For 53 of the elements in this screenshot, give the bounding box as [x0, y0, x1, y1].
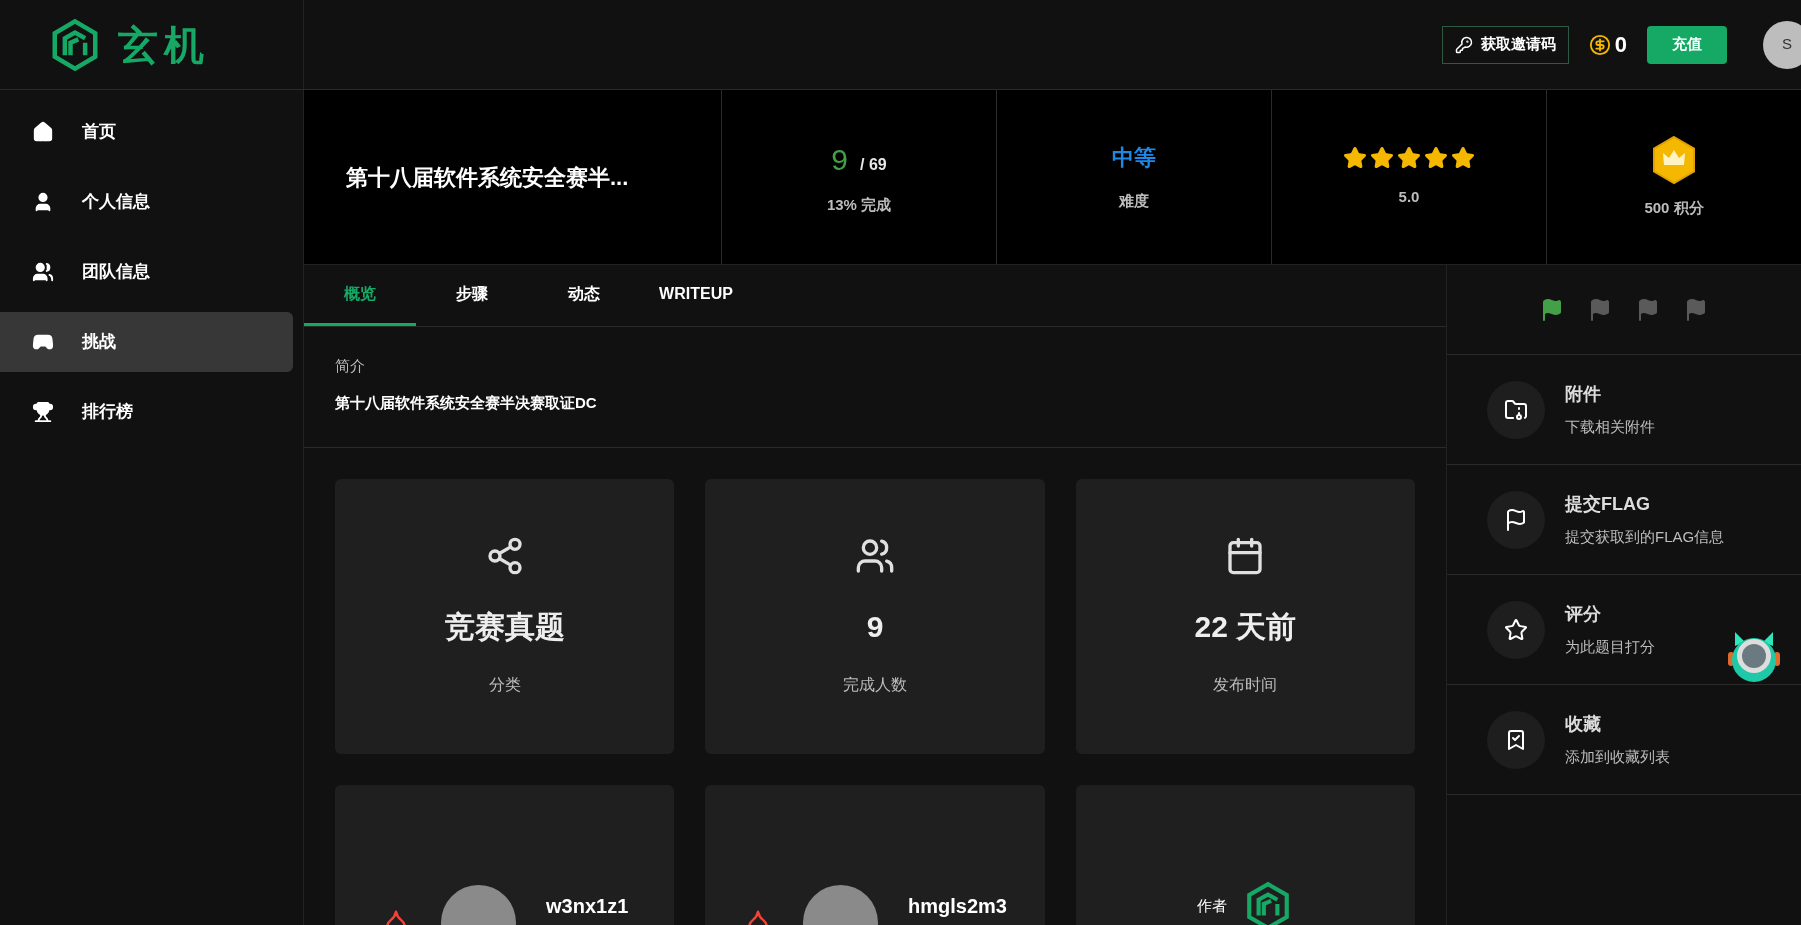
user-avatar[interactable]: S — [1763, 20, 1801, 69]
intro-text: 第十八届软件系统安全赛半决赛取证DC — [335, 392, 598, 413]
progress-text: 13% 完成 — [826, 195, 892, 216]
action-item[interactable]: 提交FLAG 提交获取到的FLAG信息 — [1447, 465, 1801, 575]
difficulty-label: 难度 — [1119, 191, 1149, 212]
star-icon — [1504, 617, 1528, 642]
invite-code-button[interactable]: 获取邀请码 — [1441, 25, 1569, 64]
action-subtitle: 为此题目打分 — [1565, 636, 1655, 657]
sidebar-item[interactable]: 挑战 — [0, 312, 293, 372]
trophy-icon — [32, 401, 54, 423]
action-item[interactable]: 附件 下载相关附件 — [1447, 355, 1801, 465]
points-text: 500 积分 — [1644, 197, 1704, 218]
action-subtitle: 添加到收藏列表 — [1565, 746, 1670, 767]
sidebar-item[interactable]: 团队信息 — [0, 242, 293, 302]
rating-value: 5.0 — [1398, 186, 1420, 207]
total-count: / 69 — [860, 155, 887, 176]
difficulty-value: 中等 — [1112, 144, 1156, 173]
info-value: 竞赛真题 — [444, 609, 565, 645]
key-icon — [1454, 35, 1473, 54]
info-label: 发布时间 — [1213, 675, 1278, 695]
author-label: 作者 — [1197, 896, 1228, 916]
people-icon — [32, 261, 54, 283]
sidebar-item[interactable]: 个人信息 — [0, 172, 293, 232]
action-title: 附件 — [1565, 382, 1602, 406]
action-item[interactable]: 收藏 添加到收藏列表 — [1447, 685, 1801, 795]
solved-count: 9 — [831, 142, 848, 179]
flag-icon — [1504, 507, 1528, 532]
solver-name: w3nx1z1 — [546, 893, 629, 919]
info-value: 22 天前 — [1194, 609, 1297, 645]
home-icon — [32, 121, 54, 143]
info-label: 分类 — [488, 675, 521, 695]
action-subtitle: 提交获取到的FLAG信息 — [1565, 526, 1725, 547]
people-icon — [855, 536, 895, 576]
tab[interactable]: 步骤 — [416, 265, 528, 326]
action-title: 提交FLAG — [1565, 492, 1651, 516]
coin-balance: 0 — [1614, 31, 1627, 59]
sidebar-item[interactable]: 首页 — [0, 102, 293, 162]
info-label: 完成人数 — [843, 675, 907, 695]
action-subtitle: 下载相关附件 — [1565, 416, 1655, 437]
crown-badge-icon — [1651, 134, 1697, 185]
tab[interactable]: WRITEUP — [640, 265, 752, 326]
intro-label: 简介 — [335, 356, 366, 376]
info-value: 9 — [866, 609, 884, 645]
coin-icon — [1588, 33, 1611, 56]
brand-name: 玄机 — [118, 21, 210, 69]
solver-name: hmgls2m3 — [908, 893, 1007, 919]
sidebar-item[interactable]: 排行榜 — [0, 382, 293, 442]
folder-icon — [1504, 397, 1528, 422]
tab[interactable]: 概览 — [304, 265, 416, 326]
action-title: 评分 — [1565, 602, 1602, 626]
tab[interactable]: 动态 — [528, 265, 640, 326]
action-title: 收藏 — [1565, 712, 1602, 736]
challenge-title: 第十八届软件系统安全赛半... — [346, 163, 629, 192]
